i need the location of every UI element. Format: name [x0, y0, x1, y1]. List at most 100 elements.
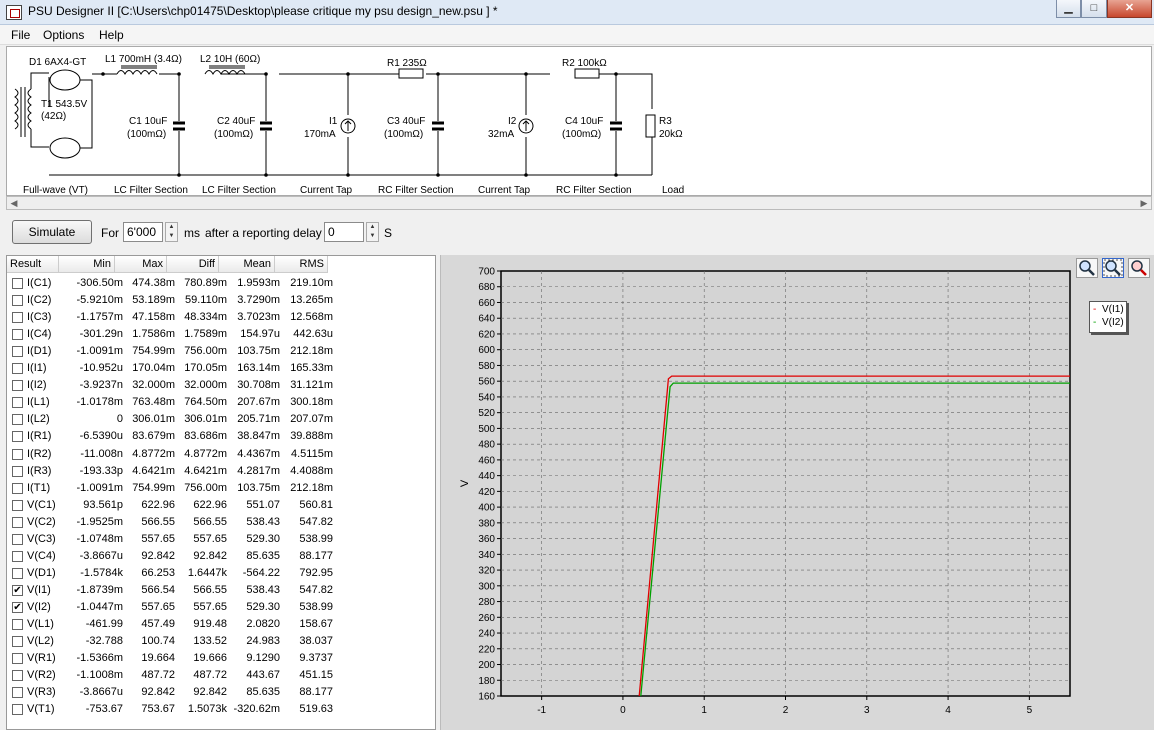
row-checkbox[interactable]: ✔	[12, 601, 23, 613]
row-checkbox[interactable]	[12, 619, 23, 630]
menu-help[interactable]: Help	[99, 28, 124, 42]
row-mean: 529.30	[246, 600, 280, 613]
row-checkbox[interactable]	[12, 397, 23, 409]
row-checkbox[interactable]	[12, 278, 23, 289]
table-row[interactable]: V(R1) -1.5366m 19.664 19.666 9.1290 9.3737	[7, 650, 435, 667]
schematic-scrollbar[interactable]: ◀ ▶	[6, 196, 1152, 210]
row-mean: 3.7023m	[237, 311, 280, 324]
row-checkbox[interactable]	[12, 465, 23, 477]
table-row[interactable]: V(L2) -32.788 100.74 133.52 24.983 38.037	[7, 633, 435, 650]
row-min: -1.9525m	[76, 515, 123, 528]
row-checkbox[interactable]	[12, 346, 23, 358]
spin-down-icon[interactable]: ▼	[166, 232, 177, 241]
row-name: V(C4)	[27, 549, 56, 562]
y-tick-label: 300	[478, 581, 495, 592]
header-max[interactable]: Max	[115, 256, 167, 273]
i2-label: I2	[508, 116, 517, 127]
y-tick-label: 360	[478, 534, 495, 545]
row-rms: 451.15	[299, 669, 333, 682]
legend-v-i1: V(I1)	[1102, 304, 1124, 315]
row-checkbox[interactable]	[12, 414, 23, 426]
table-row[interactable]: I(C3) -1.1757m 47.158m 48.334m 3.7023m 12.568…	[7, 309, 435, 326]
delay-input[interactable]	[324, 222, 364, 242]
table-row[interactable]: V(C1) 93.561p 622.96 622.96 551.07 560.81	[7, 497, 435, 514]
table-row[interactable]: ✔ V(I1) -1.8739m 566.54 566.55 538.43 547.82	[7, 582, 435, 599]
table-row[interactable]: V(R3) -3.8667u 92.842 92.842 85.635 88.177	[7, 684, 435, 701]
table-row[interactable]: I(C4) -301.29n 1.7586m 1.7589m 154.97u 442.63…	[7, 326, 435, 343]
spin-up-icon[interactable]: ▲	[166, 223, 177, 232]
row-checkbox[interactable]: ✔	[12, 584, 23, 596]
header-diff[interactable]: Diff	[167, 256, 219, 273]
row-checkbox[interactable]	[12, 448, 23, 460]
row-checkbox[interactable]	[12, 431, 23, 443]
table-row[interactable]: V(R2) -1.1008m 487.72 487.72 443.67 451.15	[7, 667, 435, 684]
menu-file[interactable]: File	[11, 28, 30, 42]
spin-down-icon[interactable]: ▼	[367, 232, 378, 241]
row-max: 306.01m	[132, 413, 175, 426]
row-min: -1.1008m	[76, 669, 123, 682]
header-result[interactable]: Result	[7, 256, 59, 273]
row-mean: 529.30	[246, 532, 280, 545]
table-row[interactable]: I(R2) -11.008n 4.8772m 4.8772m 4.4367m 4.5115…	[7, 446, 435, 463]
table-row[interactable]: I(T1) -1.0091m 754.99m 756.00m 103.75m 212.18…	[7, 480, 435, 497]
table-row[interactable]: I(C1) -306.50m 474.38m 780.89m 1.9593m 219.10…	[7, 275, 435, 292]
table-row[interactable]: I(I1) -10.952u 170.04m 170.05m 163.14m 165.33…	[7, 360, 435, 377]
row-checkbox[interactable]	[12, 550, 23, 562]
table-row[interactable]: V(C3) -1.0748m 557.65 557.65 529.30 538.99	[7, 531, 435, 548]
table-row[interactable]: I(R1) -6.5390u 83.679m 83.686m 38.847m 39.888…	[7, 428, 435, 445]
ms-label: ms	[184, 226, 200, 240]
simulate-button[interactable]: Simulate	[12, 220, 92, 244]
row-checkbox[interactable]	[12, 670, 23, 682]
row-checkbox[interactable]	[12, 704, 23, 716]
c2-label: C2 40uF	[217, 116, 255, 127]
row-checkbox[interactable]	[12, 499, 23, 511]
row-checkbox[interactable]	[12, 329, 23, 341]
spin-up-icon[interactable]: ▲	[367, 223, 378, 232]
row-name: V(T1)	[27, 703, 55, 716]
c4-esr: (100mΩ)	[562, 129, 601, 140]
table-row[interactable]: I(L1) -1.0178m 763.48m 764.50m 207.67m 300.18…	[7, 394, 435, 411]
row-checkbox[interactable]	[12, 687, 23, 699]
maximize-button[interactable]: □	[1081, 0, 1107, 18]
table-row[interactable]: I(R3) -193.33p 4.6421m 4.6421m 4.2817m 4.4088…	[7, 463, 435, 480]
row-checkbox[interactable]	[12, 312, 23, 324]
header-mean[interactable]: Mean	[219, 256, 275, 273]
row-checkbox[interactable]	[12, 653, 23, 665]
row-checkbox[interactable]	[12, 636, 23, 648]
menu-options[interactable]: Options	[43, 28, 84, 42]
voltage-chart[interactable]: 1601802002202402602803003203403603804004…	[440, 255, 1154, 730]
scroll-right-icon[interactable]: ▶	[1137, 197, 1151, 209]
row-checkbox[interactable]	[12, 363, 23, 375]
row-diff: 48.334m	[184, 311, 227, 324]
row-checkbox[interactable]	[12, 295, 23, 307]
d1-label: D1 6AX4-GT	[29, 57, 86, 68]
row-checkbox[interactable]	[12, 567, 23, 579]
row-checkbox[interactable]	[12, 516, 23, 528]
table-row[interactable]: V(T1) -753.67 753.67 1.5073k -320.62m 519.63	[7, 701, 435, 718]
schematic-canvas[interactable]: D1 6AX4-GT T1 543.5V (42Ω) L1 700mH (3.4…	[6, 46, 1152, 196]
table-row[interactable]: I(I2) -3.9237n 32.000m 32.000m 30.708m 31.121…	[7, 377, 435, 394]
table-row[interactable]: I(C2) -5.9210m 53.189m 59.110m 3.7290m 13.265…	[7, 292, 435, 309]
delay-spinner[interactable]: ▲ ▼	[366, 222, 379, 242]
table-row[interactable]: I(D1) -1.0091m 754.99m 756.00m 103.75m 212.18…	[7, 343, 435, 360]
table-row[interactable]: V(D1) -1.5784k 66.253 1.6447k -564.22 792.95	[7, 565, 435, 582]
table-row[interactable]: I(L2) 0 306.01m 306.01m 205.71m 207.07m	[7, 411, 435, 428]
minimize-button[interactable]: ▁	[1056, 0, 1081, 18]
header-min[interactable]: Min	[59, 256, 115, 273]
table-row[interactable]: V(C4) -3.8667u 92.842 92.842 85.635 88.177	[7, 548, 435, 565]
delay-label: after a reporting delay of	[205, 226, 336, 240]
row-diff: 557.65	[193, 532, 227, 545]
table-row[interactable]: V(C2) -1.9525m 566.55 566.55 538.43 547.82	[7, 514, 435, 531]
table-row[interactable]: V(L1) -461.99 457.49 919.48 2.0820 158.67	[7, 616, 435, 633]
close-button[interactable]: ✕	[1107, 0, 1152, 18]
duration-spinner[interactable]: ▲ ▼	[165, 222, 178, 242]
row-checkbox[interactable]	[12, 533, 23, 545]
row-checkbox[interactable]	[12, 380, 23, 392]
row-checkbox[interactable]	[12, 482, 23, 494]
duration-input[interactable]	[123, 222, 163, 242]
scroll-left-icon[interactable]: ◀	[7, 197, 21, 209]
header-rms[interactable]: RMS	[275, 256, 328, 273]
row-mean: 551.07	[246, 498, 280, 511]
y-tick-label: 160	[478, 692, 495, 703]
table-row[interactable]: ✔ V(I2) -1.0447m 557.65 557.65 529.30 538.99	[7, 599, 435, 616]
